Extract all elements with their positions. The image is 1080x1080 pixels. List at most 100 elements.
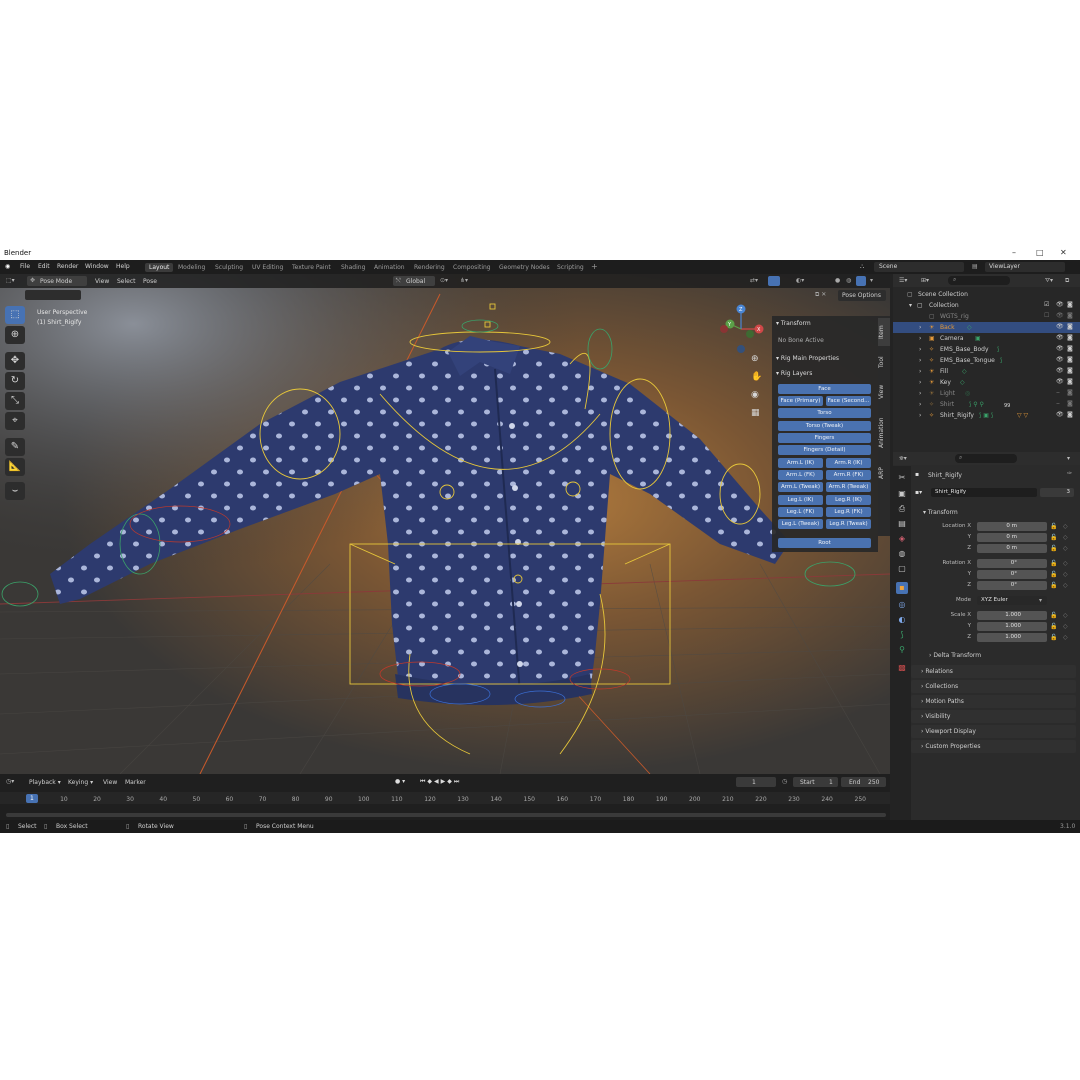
3d-viewport[interactable]: ⬚▾ ✥ Pose Mode View Select Pose ⤲ Global… — [0, 274, 890, 774]
scene-tab-icon[interactable]: ◈ — [896, 533, 908, 545]
layer-root-button[interactable]: Root — [778, 538, 871, 548]
outliner-row-light[interactable]: › ☀ Light ◎ ⌣ ◙ — [893, 388, 1080, 399]
layer-leg-r-tweak-button[interactable]: Leg.R (Tweak) — [826, 519, 871, 529]
timeline-menu-marker[interactable]: Marker — [125, 779, 146, 786]
outliner-row-scene-collection[interactable]: ▢ Scene Collection — [893, 289, 1080, 300]
lock-rotation-x-icon[interactable]: 🔓 — [1050, 560, 1057, 567]
outliner-row-fill[interactable]: › ☀ Fill ◇ 👁 ◙ — [893, 366, 1080, 377]
layer-leg-r-fk-button[interactable]: Leg.R (FK) — [826, 507, 871, 517]
pose-tool-icon[interactable]: ⧉ ✕ — [815, 291, 826, 299]
scale-z-field[interactable]: 1.000 — [977, 633, 1047, 642]
keyframe-scale-z-icon[interactable]: ◇ — [1063, 634, 1068, 641]
outliner-editor-icon[interactable]: ☰▾ — [899, 277, 907, 284]
expand-icon[interactable]: › — [919, 324, 921, 331]
outliner-row-ems-base-tongue[interactable]: › ✧ EMS_Base_Tongue ⟆ 👁 ◙ — [893, 355, 1080, 366]
scale-tool-icon[interactable]: ⤡ — [5, 392, 25, 410]
maximize-icon[interactable]: □ — [1036, 248, 1044, 257]
physics-tab-icon[interactable]: ◎ — [896, 599, 908, 611]
outliner-row-camera[interactable]: › ▣ Camera ▣ 👁 ◙ — [893, 333, 1080, 344]
layer-arm-r-tweak-button[interactable]: Arm.R (Tweak) — [826, 482, 871, 492]
relax-pose-tool-icon[interactable]: ⌣ — [5, 482, 25, 500]
select-box-tool-icon[interactable]: ⬚ — [5, 306, 25, 324]
tab-geometry-nodes[interactable]: Geometry Nodes — [499, 264, 550, 271]
transform-section-header[interactable]: ▾ Transform — [913, 506, 1078, 519]
tab-modeling[interactable]: Modeling — [178, 264, 205, 271]
keyframe-location-x-icon[interactable]: ◇ — [1063, 523, 1068, 530]
perspective-grid-icon[interactable]: ▦ — [751, 408, 760, 418]
editor-type-icon[interactable]: ⬚▾ — [6, 277, 15, 284]
new-collection-icon[interactable]: ⧉ — [1065, 277, 1069, 285]
constraints-tab-icon[interactable]: ◐ — [896, 614, 908, 626]
tab-layout[interactable]: Layout — [145, 263, 174, 272]
layer-arm-l-tweak-button[interactable]: Arm.L (Tweak) — [778, 482, 823, 492]
keyframe-scale-x-icon[interactable]: ◇ — [1063, 612, 1068, 619]
outliner-row-collection[interactable]: ▾ ▢ Collection ☑ 👁 ◙ — [893, 300, 1080, 311]
lock-location-x-icon[interactable]: 🔓 — [1050, 523, 1057, 530]
rig-main-panel-title[interactable]: ▾ Rig Main Properties — [776, 355, 839, 362]
layer-leg-r-ik-button[interactable]: Leg.R (IK) — [826, 495, 871, 505]
expand-icon[interactable]: ▾ — [909, 302, 912, 309]
sidebar-tab-view[interactable]: View — [878, 378, 890, 406]
overlay-icon[interactable]: ◐▾ — [796, 277, 804, 284]
scale-y-field[interactable]: 1.000 — [977, 622, 1047, 631]
render-camera-icon[interactable]: ◙ — [1067, 411, 1073, 418]
layer-torso-tweak-button[interactable]: Torso (Tweak) — [778, 421, 871, 431]
shading-rendered-button[interactable] — [856, 276, 866, 286]
scale-x-field[interactable]: 1.000 — [977, 611, 1047, 620]
layer-torso-button[interactable]: Torso — [778, 408, 871, 418]
rotate-tool-icon[interactable]: ↻ — [5, 372, 25, 390]
visibility-eye-icon[interactable]: 👁 — [1056, 345, 1064, 352]
user-count[interactable]: 3 — [1040, 488, 1074, 497]
outliner[interactable]: ☰▾ ⊞▾ ⌕ ⛛▾ ⧉ ▢ Scene Collection ▾ ▢ Collect… — [893, 274, 1080, 452]
expand-icon[interactable]: › — [919, 390, 921, 397]
lock-location-z-icon[interactable]: 🔓 — [1050, 545, 1057, 552]
output-tab-icon[interactable]: ⎙ — [896, 503, 908, 515]
object-tab-icon[interactable]: ▪ — [896, 582, 908, 594]
keyframe-rotation-x-icon[interactable]: ◇ — [1063, 560, 1068, 567]
render-camera-icon[interactable]: ◙ — [1067, 378, 1073, 385]
viewport-menu-pose[interactable]: Pose — [143, 278, 157, 285]
keyframe-rotation-z-icon[interactable]: ◇ — [1063, 582, 1068, 589]
shading-material-icon[interactable]: ◍ — [846, 277, 851, 284]
show-gizmo-button[interactable] — [768, 276, 780, 286]
annotate-tool-icon[interactable]: ✎ — [5, 438, 25, 456]
location-z-field[interactable]: 0 m — [977, 544, 1047, 553]
record-keyframe-icon[interactable]: ● ▾ — [395, 778, 405, 785]
bone-tab-icon[interactable]: ⚲ — [896, 644, 908, 656]
tab-sculpting[interactable]: Sculpting — [215, 264, 243, 271]
minimize-icon[interactable]: – — [1012, 248, 1016, 257]
lock-scale-y-icon[interactable]: 🔓 — [1050, 623, 1057, 630]
menu-render[interactable]: Render — [57, 263, 78, 270]
shading-solid-icon[interactable]: ● — [835, 277, 840, 284]
render-tab-icon[interactable]: ▣ — [896, 488, 908, 500]
timeline-menu-playback[interactable]: Playback ▾ — [29, 779, 61, 786]
render-camera-icon[interactable]: ◙ — [1067, 400, 1073, 407]
outliner-row-ems-base-body[interactable]: › ✧ EMS_Base_Body ⟆ 👁 ◙ — [893, 344, 1080, 355]
render-camera-icon[interactable]: ◙ — [1067, 345, 1073, 352]
properties-editor[interactable]: ⛯▾ ⌕ ▾ ✂ ▣ ⎙ ▤ ◈ ◍ ▢ ▪ ◎ ◐ ⟆ ⚲ ▩ ▪ Shirt… — [893, 452, 1080, 820]
include-checkbox[interactable]: ☑ — [1044, 301, 1049, 308]
viewport-menu-select[interactable]: Select — [117, 278, 136, 285]
expand-icon[interactable]: › — [919, 412, 921, 419]
rig-layers-panel-title[interactable]: ▾ Rig Layers — [776, 370, 812, 377]
blender-logo-icon[interactable]: ◉ — [5, 263, 10, 270]
layer-arm-l-ik-button[interactable]: Arm.L (IK) — [778, 458, 823, 468]
outliner-row-wgts-rig[interactable]: ▢ WGTS_rig ☐ 👁 ◙ — [893, 311, 1080, 322]
expand-icon[interactable]: › — [919, 401, 921, 408]
pan-hand-icon[interactable]: ✋ — [751, 372, 762, 382]
lock-scale-z-icon[interactable]: 🔓 — [1050, 634, 1057, 641]
render-camera-icon[interactable]: ◙ — [1067, 367, 1073, 374]
render-camera-icon[interactable]: ◙ — [1067, 323, 1073, 330]
layer-face-secondary-button[interactable]: Face (Second... — [826, 396, 871, 406]
outliner-search-input[interactable] — [948, 276, 1010, 285]
armature-data-tab-icon[interactable]: ⟆ — [896, 629, 908, 641]
render-camera-icon[interactable]: ◙ — [1067, 312, 1073, 319]
tab-texture-paint[interactable]: Texture Paint — [292, 264, 331, 271]
visibility-eye-icon[interactable]: 👁 — [1056, 301, 1064, 308]
render-camera-icon[interactable]: ◙ — [1067, 389, 1073, 396]
layer-leg-l-ik-button[interactable]: Leg.L (IK) — [778, 495, 823, 505]
expand-icon[interactable]: › — [919, 368, 921, 375]
viewport-display-section[interactable]: › Viewport Display — [911, 725, 1076, 738]
visibility-eye-icon[interactable]: 👁 — [1056, 356, 1064, 363]
visibility-eye-icon[interactable]: 👁 — [1056, 312, 1064, 319]
